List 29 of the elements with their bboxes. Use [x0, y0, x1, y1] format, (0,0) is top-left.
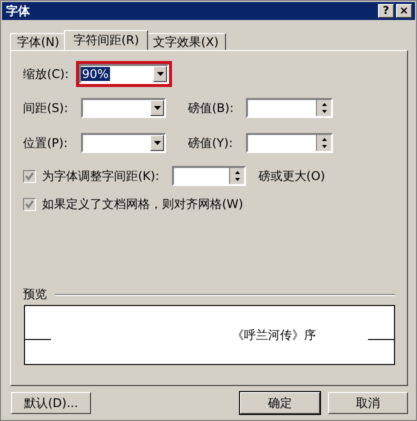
spin-arrows-icon	[316, 135, 331, 151]
tab[interactable]: 字体(N)	[10, 33, 66, 50]
dropdown[interactable]	[81, 133, 166, 153]
field-label: 缩放(C):	[23, 66, 70, 82]
close-button[interactable]: ×	[396, 4, 412, 18]
dialog-button[interactable]: 确定	[240, 392, 320, 414]
scale-dropdown[interactable]: 90%	[79, 64, 169, 84]
spin-arrows-icon	[316, 100, 331, 116]
window-title: 字体	[6, 2, 31, 20]
field-label: 磅值(Y):	[188, 134, 234, 152]
checkbox-label: 为字体调整字间距(K):	[42, 168, 160, 184]
spin-field[interactable]	[246, 98, 333, 118]
field-label: 位置(P):	[23, 134, 69, 152]
dialog-button[interactable]: 默认(D)...	[11, 392, 91, 414]
spin-field[interactable]	[246, 133, 333, 153]
preview-text: 《呼兰河传》序	[232, 326, 316, 344]
group-title: 预览	[23, 286, 47, 303]
spin-field[interactable]	[172, 166, 246, 186]
help-button[interactable]: ?	[378, 4, 394, 18]
spin-arrows-icon	[229, 168, 244, 184]
field-label: 磅或更大(O)	[258, 168, 326, 184]
field-label: 间距(S):	[23, 100, 70, 116]
field-label: 磅值(B):	[188, 100, 235, 116]
checkbox-label: 如果定义了文档网格，则对齐网格(W)	[42, 196, 244, 212]
tab[interactable]: 字符间距(R)	[64, 30, 148, 50]
tab[interactable]: 文字效果(X)	[146, 33, 226, 50]
dropdown[interactable]	[81, 98, 166, 118]
dropdown-value: 90%	[81, 67, 110, 81]
dialog-button[interactable]: 取消	[328, 392, 408, 414]
